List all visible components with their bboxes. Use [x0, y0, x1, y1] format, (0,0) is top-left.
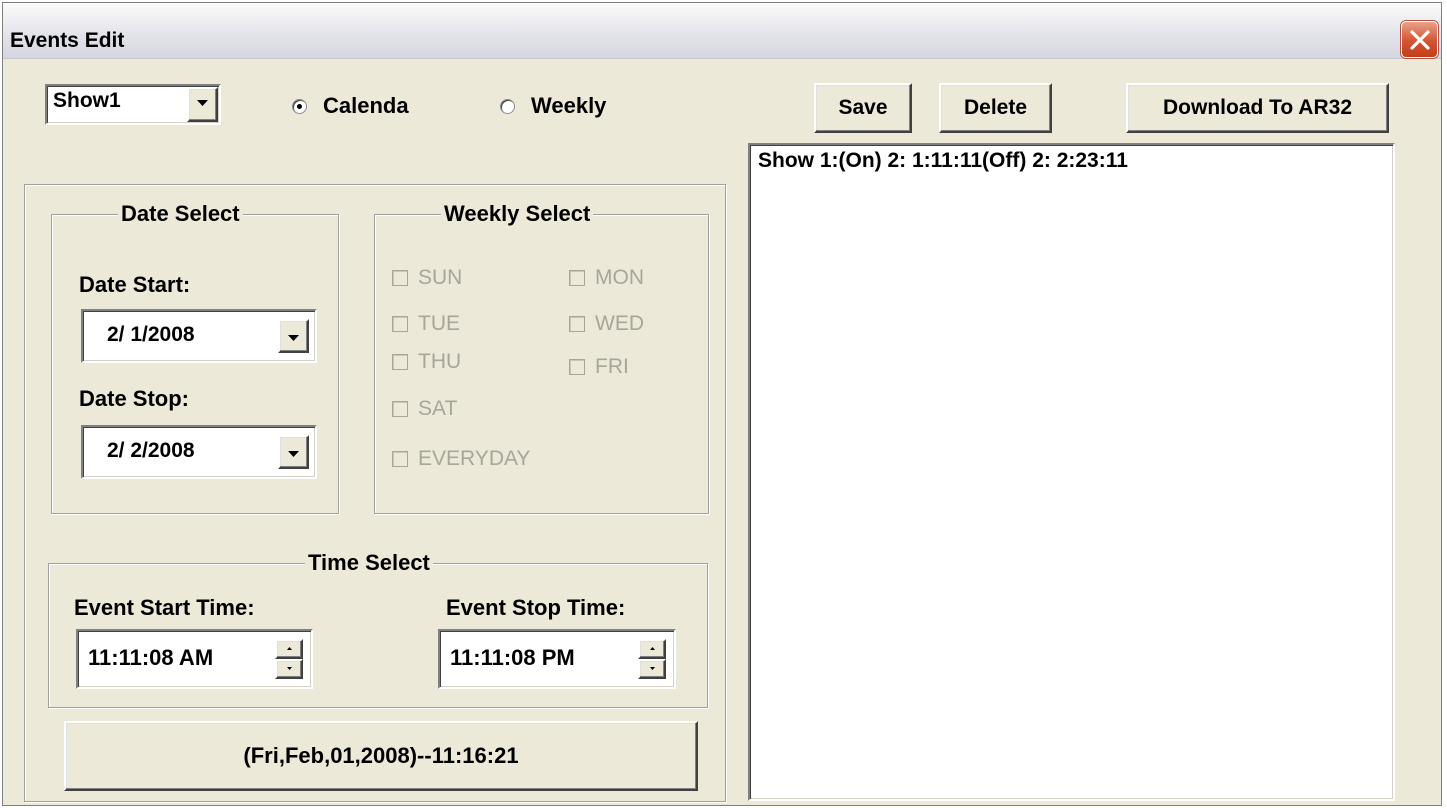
events-list-item[interactable]: Show 1:(On) 2: 1:11:11(Off) 2: 2:23:11	[758, 149, 1128, 173]
events-edit-window: Events Edit Show1 Calenda Weekly Save De…	[2, 2, 1442, 806]
date-stop-dropdown-button[interactable]	[278, 435, 309, 469]
save-button[interactable]: Save	[814, 83, 912, 133]
date-select-title: Date Select	[118, 201, 243, 227]
date-start-picker[interactable]: 2/ 1/2008	[81, 309, 317, 363]
date-start-value: 2/ 1/2008	[107, 323, 195, 346]
thu-checkbox[interactable]: THU	[392, 350, 461, 374]
client-area: Show1 Calenda Weekly Save Delete Downloa…	[3, 60, 1441, 805]
event-stop-time-up-button[interactable]	[638, 639, 666, 659]
event-start-time-label: Event Start Time:	[74, 595, 255, 620]
wed-checkbox-box	[569, 316, 585, 332]
everyday-checkbox[interactable]: EVERYDAY	[392, 447, 530, 471]
chevron-down-icon	[197, 100, 208, 106]
calenda-radio-label: Calenda	[323, 93, 409, 118]
tue-checkbox[interactable]: TUE	[392, 312, 460, 336]
event-stop-time-label: Event Stop Time:	[446, 595, 626, 620]
date-start-label: Date Start:	[79, 272, 191, 297]
date-stop-picker[interactable]: 2/ 2/2008	[81, 425, 317, 479]
mon-checkbox-box	[569, 270, 585, 286]
mon-checkbox-label: MON	[595, 266, 644, 289]
wed-checkbox[interactable]: WED	[569, 312, 644, 336]
chevron-down-icon	[288, 451, 299, 457]
mon-checkbox[interactable]: MON	[569, 266, 644, 290]
fri-checkbox[interactable]: FRI	[569, 355, 629, 379]
chevron-down-icon	[288, 335, 299, 341]
tue-checkbox-label: TUE	[418, 312, 460, 335]
thu-checkbox-box	[392, 354, 408, 370]
sun-checkbox[interactable]: SUN	[392, 266, 462, 290]
close-icon	[1410, 30, 1430, 50]
event-stop-time-down-button[interactable]	[638, 659, 666, 679]
sat-checkbox[interactable]: SAT	[392, 397, 457, 421]
tue-checkbox-box	[392, 316, 408, 332]
everyday-checkbox-box	[392, 451, 408, 467]
weekly-radio-indicator	[500, 98, 515, 114]
sat-checkbox-box	[392, 401, 408, 417]
wed-checkbox-label: WED	[595, 312, 644, 335]
chevron-up-icon	[287, 647, 292, 650]
calenda-radio[interactable]: Calenda	[292, 93, 409, 119]
sat-checkbox-label: SAT	[418, 397, 458, 420]
event-start-time-field[interactable]: 11:11:08 AM	[76, 629, 313, 689]
fri-checkbox-label: FRI	[595, 355, 629, 378]
sun-checkbox-label: SUN	[418, 266, 463, 289]
event-start-time-down-button[interactable]	[275, 659, 303, 679]
event-start-time-up-button[interactable]	[275, 639, 303, 659]
everyday-checkbox-label: EVERYDAY	[418, 447, 531, 470]
weekly-select-title: Weekly Select	[441, 201, 594, 227]
window-title: Events Edit	[10, 29, 125, 52]
event-start-time-spinner	[275, 639, 303, 679]
show-select-value: Show1	[53, 89, 121, 112]
thu-checkbox-label: THU	[418, 350, 462, 373]
event-stop-time-spinner	[638, 639, 666, 679]
weekly-radio[interactable]: Weekly	[500, 93, 606, 119]
event-stop-time-value: 11:11:08 PM	[450, 645, 575, 670]
delete-button[interactable]: Delete	[939, 83, 1052, 133]
download-to-ar32-button[interactable]: Download To AR32	[1126, 83, 1389, 133]
chevron-down-icon	[650, 667, 655, 670]
show-select-dropdown-button[interactable]	[187, 87, 218, 122]
date-stop-value: 2/ 2/2008	[107, 439, 195, 462]
events-list[interactable]: Show 1:(On) 2: 1:11:11(Off) 2: 2:23:11	[748, 143, 1395, 801]
weekly-radio-label: Weekly	[531, 93, 607, 118]
chevron-down-icon	[287, 667, 292, 670]
chevron-up-icon	[650, 647, 655, 650]
date-stop-label: Date Stop:	[79, 386, 189, 411]
calenda-radio-indicator	[292, 98, 307, 114]
sun-checkbox-box	[392, 270, 408, 286]
fri-checkbox-box	[569, 359, 585, 375]
current-datetime-display: (Fri,Feb,01,2008)--11:16:21	[64, 721, 698, 791]
title-bar: Events Edit	[3, 3, 1441, 59]
date-start-dropdown-button[interactable]	[278, 319, 309, 353]
event-start-time-value: 11:11:08 AM	[88, 645, 214, 670]
close-button[interactable]	[1401, 21, 1438, 58]
show-select[interactable]: Show1	[45, 84, 221, 125]
event-stop-time-field[interactable]: 11:11:08 PM	[438, 629, 676, 689]
time-select-title: Time Select	[305, 550, 433, 576]
